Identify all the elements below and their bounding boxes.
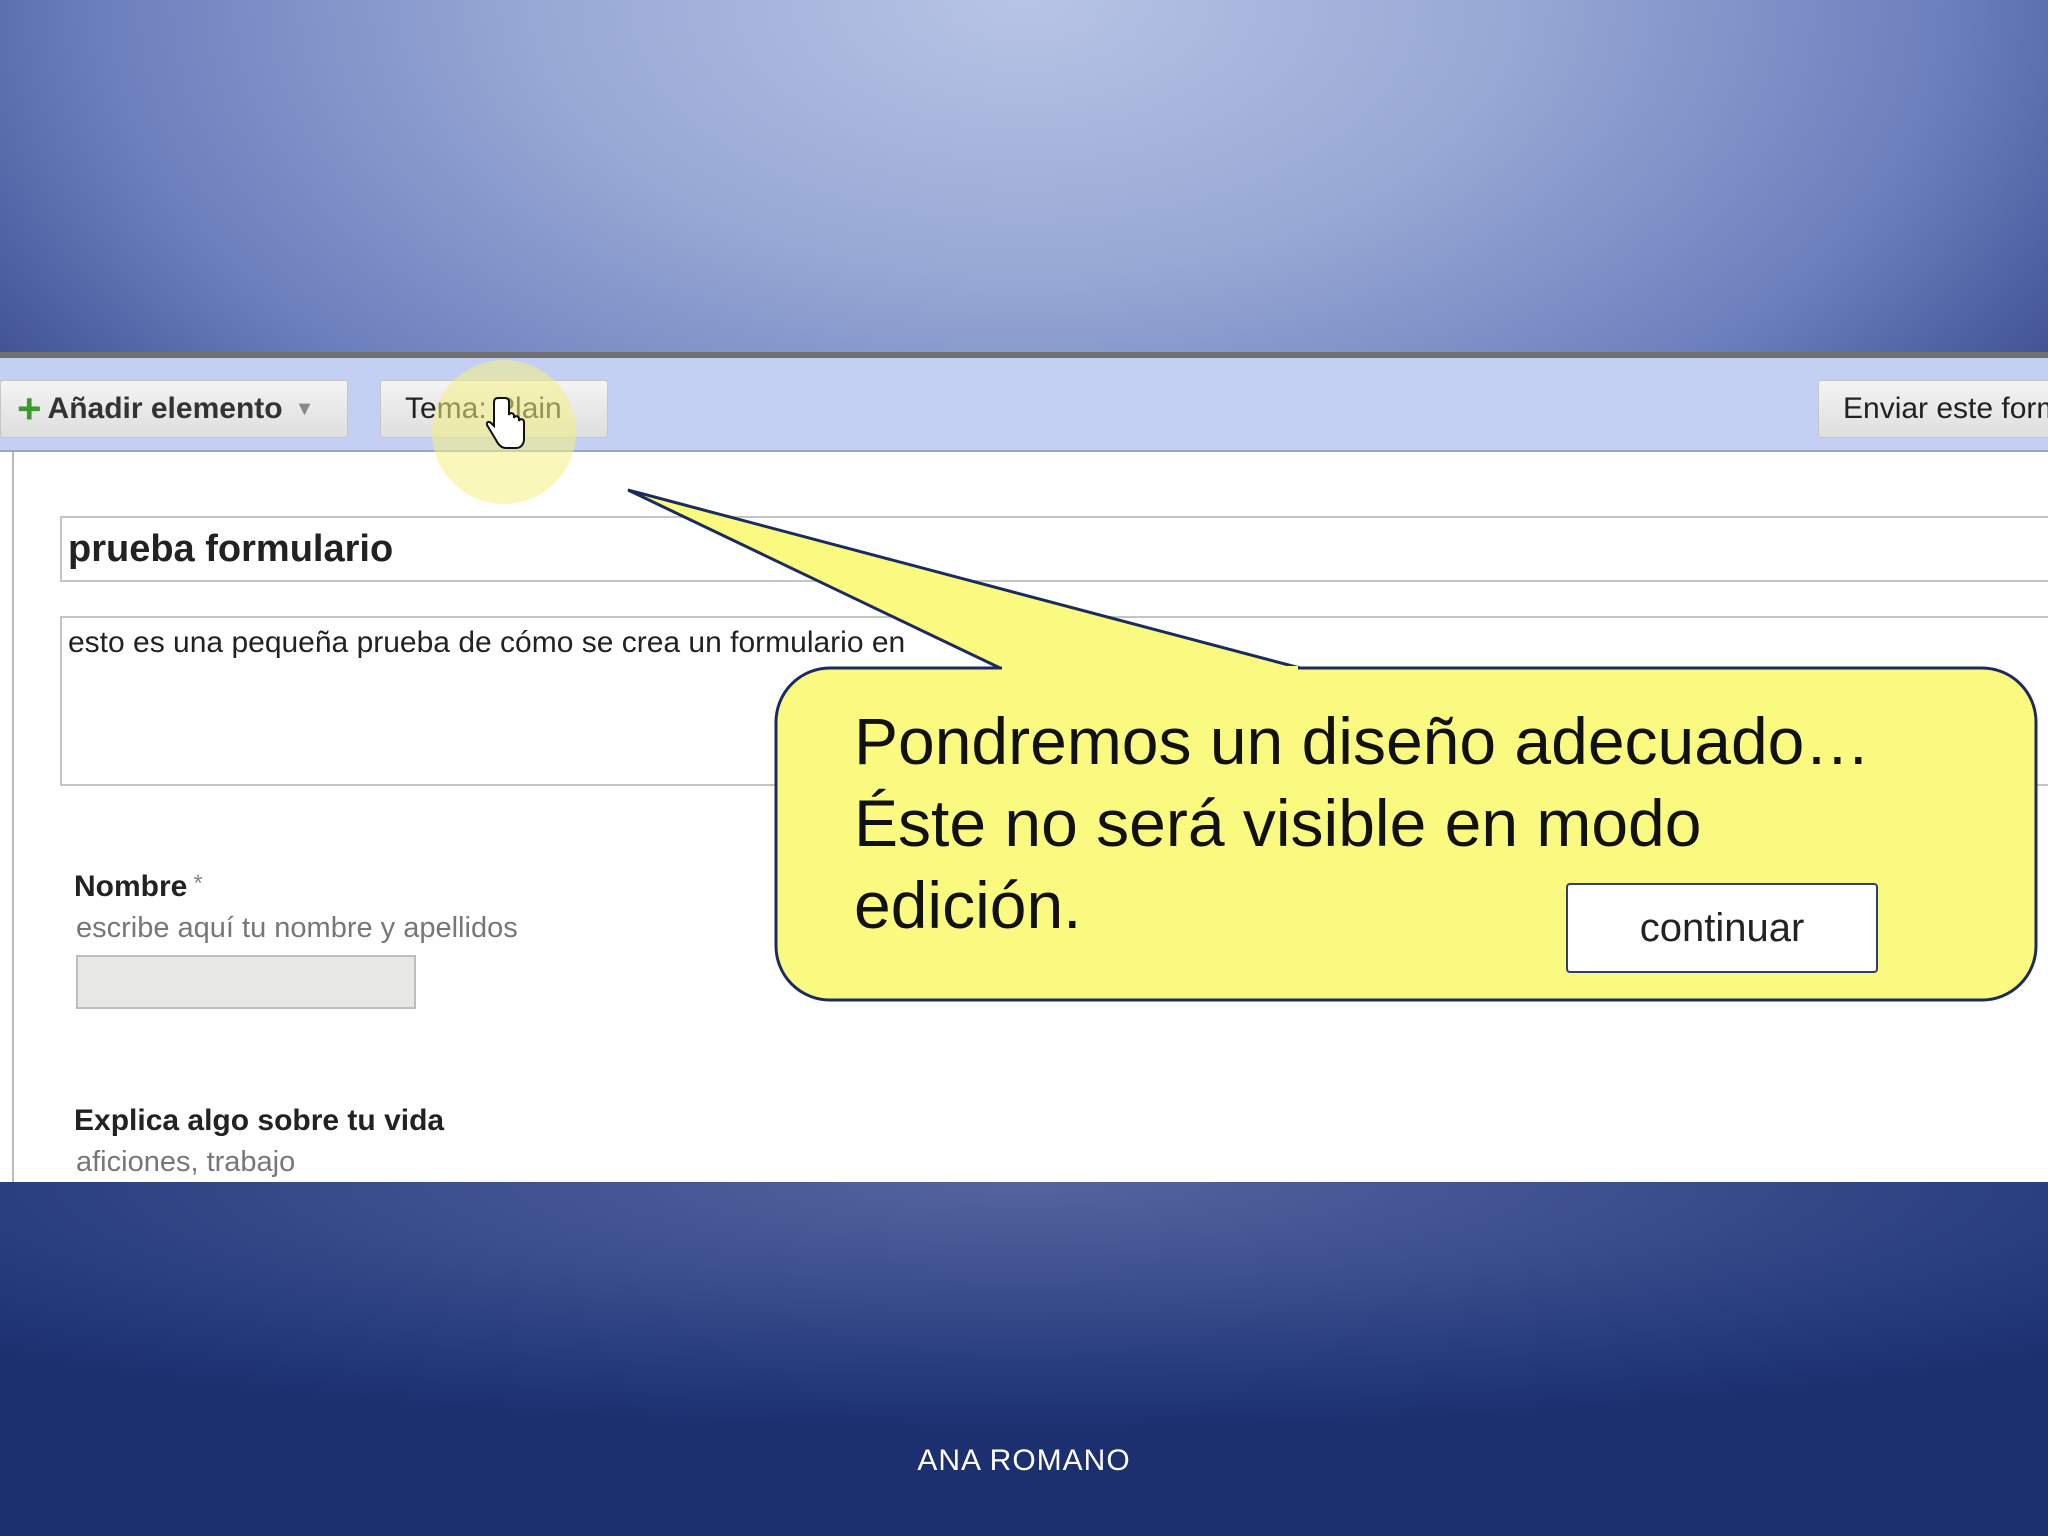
send-form-label: Enviar este form xyxy=(1843,392,2048,425)
form-description: esto es una pequeña prueba de cómo se cr… xyxy=(68,626,906,659)
question-label-life: Explica algo sobre tu vida xyxy=(74,1104,445,1137)
question-help-name: escribe aquí tu nombre y apellidos xyxy=(76,912,518,944)
continue-button[interactable]: continuar xyxy=(1566,883,1878,973)
add-element-label: Añadir elemento xyxy=(47,392,283,425)
callout-line-2: Éste no será visible en modo xyxy=(854,786,1702,860)
hand-cursor-icon xyxy=(486,397,525,449)
question-label-name: Nombre * xyxy=(74,870,203,903)
plus-icon: + xyxy=(17,385,42,432)
callout-line-1: Pondremos un diseño adecuado… xyxy=(854,704,1871,778)
name-input[interactable] xyxy=(76,955,416,1009)
slide: + Añadir elemento ▼ Tema: Plain Enviar e… xyxy=(0,0,2048,1536)
send-form-button[interactable]: Enviar este form xyxy=(1818,380,2048,438)
required-mark: * xyxy=(193,870,203,897)
dropdown-caret-icon: ▼ xyxy=(294,397,315,420)
editor-toolbar: + Añadir elemento ▼ Tema: Plain Enviar e… xyxy=(0,352,2048,452)
slide-bottom-background xyxy=(0,1182,2048,1536)
form-title: prueba formulario xyxy=(68,527,394,570)
form-title-field[interactable]: prueba formulario xyxy=(60,516,2048,582)
question-help-life: aficiones, trabajo xyxy=(76,1146,296,1178)
author-footer: ANA ROMANO xyxy=(917,1444,1131,1477)
continue-label: continuar xyxy=(1639,905,1805,950)
add-element-button[interactable]: + Añadir elemento ▼ xyxy=(0,380,348,438)
